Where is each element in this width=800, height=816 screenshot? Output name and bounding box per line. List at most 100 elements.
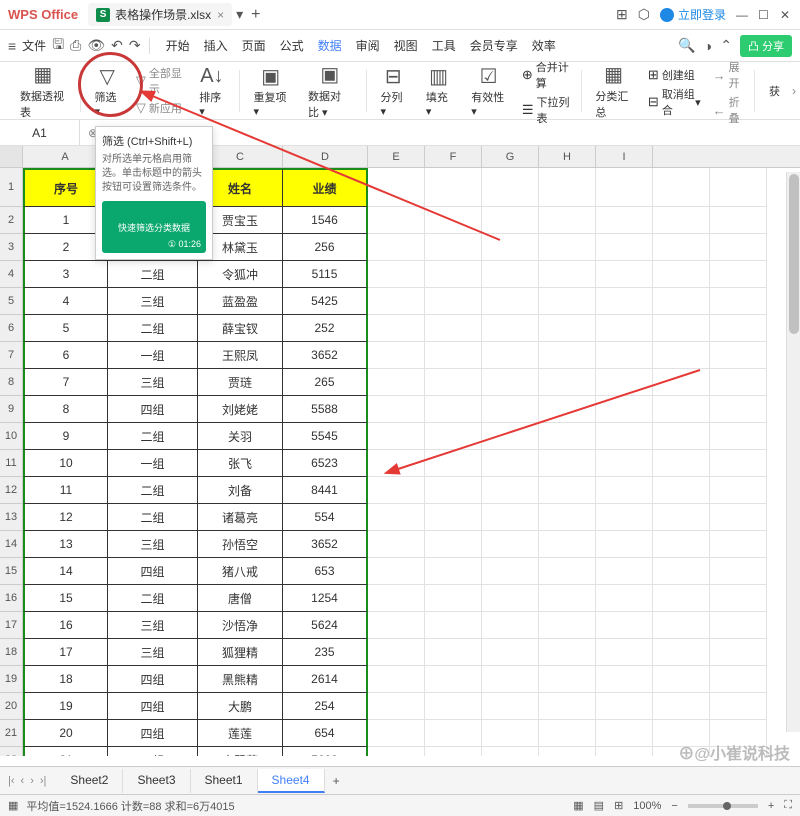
empty-cell[interactable] <box>596 666 653 693</box>
tab-page[interactable]: 页面 <box>242 37 266 54</box>
empty-cell[interactable] <box>539 168 596 207</box>
data-cell[interactable]: 一组 <box>108 450 198 477</box>
data-cell[interactable]: 令狐冲 <box>198 261 283 288</box>
data-cell[interactable]: 8 <box>23 396 108 423</box>
empty-cell[interactable] <box>482 693 539 720</box>
empty-cell[interactable] <box>368 369 425 396</box>
empty-cell[interactable] <box>596 369 653 396</box>
hamburger-icon[interactable]: ≡ <box>8 38 16 54</box>
empty-cell[interactable] <box>368 666 425 693</box>
header-cell[interactable]: 业绩 <box>283 168 368 207</box>
empty-cell[interactable] <box>368 315 425 342</box>
empty-cell[interactable] <box>653 558 710 585</box>
data-cell[interactable]: 二组 <box>108 423 198 450</box>
data-cell[interactable]: 四组 <box>108 558 198 585</box>
sheet-nav-next[interactable]: › <box>28 775 36 787</box>
data-cell[interactable]: 5682 <box>283 747 368 756</box>
empty-cell[interactable] <box>539 207 596 234</box>
empty-cell[interactable] <box>482 720 539 747</box>
empty-cell[interactable] <box>539 396 596 423</box>
data-cell[interactable]: 贾琏 <box>198 369 283 396</box>
empty-cell[interactable] <box>539 342 596 369</box>
close-button[interactable]: ✕ <box>780 8 792 22</box>
share-button[interactable]: 凸 分享 <box>740 35 792 57</box>
empty-cell[interactable] <box>482 423 539 450</box>
empty-cell[interactable] <box>539 585 596 612</box>
empty-cell[interactable] <box>539 450 596 477</box>
tab-insert[interactable]: 插入 <box>204 37 228 54</box>
empty-cell[interactable] <box>710 315 767 342</box>
empty-cell[interactable] <box>425 288 482 315</box>
data-cell[interactable]: 刘姥姥 <box>198 396 283 423</box>
col-header[interactable]: G <box>482 146 539 167</box>
pivot-table-button[interactable]: ▦ 数据透视表 <box>10 62 76 120</box>
data-cell[interactable]: 三组 <box>108 639 198 666</box>
data-cell[interactable]: 狐狸精 <box>198 639 283 666</box>
empty-cell[interactable] <box>368 396 425 423</box>
empty-cell[interactable] <box>425 612 482 639</box>
empty-cell[interactable] <box>368 639 425 666</box>
empty-cell[interactable] <box>425 504 482 531</box>
empty-cell[interactable] <box>368 288 425 315</box>
data-cell[interactable]: 11 <box>23 477 108 504</box>
new-tab-button[interactable]: + <box>251 6 260 24</box>
row-header[interactable]: 14 <box>0 531 23 558</box>
data-cell[interactable]: 14 <box>23 558 108 585</box>
row-header[interactable]: 1 <box>0 168 23 207</box>
fullscreen-icon[interactable]: ⛶ <box>784 799 792 812</box>
data-cell[interactable]: 猪八戒 <box>198 558 283 585</box>
empty-cell[interactable] <box>368 207 425 234</box>
empty-cell[interactable] <box>539 288 596 315</box>
maximize-button[interactable]: ☐ <box>758 8 770 22</box>
empty-cell[interactable] <box>368 720 425 747</box>
zoom-in-button[interactable]: + <box>768 800 774 812</box>
empty-cell[interactable] <box>710 666 767 693</box>
data-cell[interactable]: 2614 <box>283 666 368 693</box>
data-cell[interactable]: 三组 <box>108 369 198 396</box>
sheet-nav-first[interactable]: |‹ <box>6 775 17 787</box>
data-cell[interactable]: 256 <box>283 234 368 261</box>
search-icon[interactable]: 🔍 <box>678 37 695 54</box>
empty-cell[interactable] <box>710 234 767 261</box>
data-cell[interactable]: 5624 <box>283 612 368 639</box>
view-page-icon[interactable]: ▤ <box>594 799 604 812</box>
empty-cell[interactable] <box>596 639 653 666</box>
empty-cell[interactable] <box>653 396 710 423</box>
empty-cell[interactable] <box>539 504 596 531</box>
data-cell[interactable]: 三组 <box>108 612 198 639</box>
row-header[interactable]: 15 <box>0 558 23 585</box>
empty-cell[interactable] <box>539 261 596 288</box>
tab-tools[interactable]: 工具 <box>432 37 456 54</box>
row-header[interactable]: 17 <box>0 612 23 639</box>
empty-cell[interactable] <box>710 612 767 639</box>
empty-cell[interactable] <box>653 261 710 288</box>
sheet-nav-last[interactable]: ›| <box>38 775 49 787</box>
data-cell[interactable]: 一组 <box>108 342 198 369</box>
row-header[interactable]: 3 <box>0 234 23 261</box>
empty-cell[interactable] <box>710 423 767 450</box>
empty-cell[interactable] <box>368 585 425 612</box>
ungroup-button[interactable]: ⊟取消组合 ▾ <box>648 86 701 118</box>
expand-button[interactable]: →展开 <box>713 59 745 91</box>
data-cell[interactable]: 关羽 <box>198 423 283 450</box>
empty-cell[interactable] <box>425 207 482 234</box>
zoom-out-button[interactable]: − <box>671 800 677 812</box>
empty-cell[interactable] <box>710 342 767 369</box>
row-header[interactable]: 7 <box>0 342 23 369</box>
row-header[interactable]: 19 <box>0 666 23 693</box>
close-icon[interactable]: × <box>217 8 224 22</box>
data-cell[interactable]: 17 <box>23 639 108 666</box>
empty-cell[interactable] <box>539 315 596 342</box>
data-cell[interactable]: 15 <box>23 585 108 612</box>
empty-cell[interactable] <box>653 666 710 693</box>
tab-review[interactable]: 审阅 <box>356 37 380 54</box>
sort-button[interactable]: A↓ 排序 ▾ <box>189 63 234 118</box>
empty-cell[interactable] <box>653 450 710 477</box>
data-cell[interactable]: 7 <box>23 369 108 396</box>
empty-cell[interactable] <box>710 369 767 396</box>
row-header[interactable]: 16 <box>0 585 23 612</box>
empty-cell[interactable] <box>653 168 710 207</box>
data-cell[interactable]: 三组 <box>108 288 198 315</box>
empty-cell[interactable] <box>596 720 653 747</box>
zoom-value[interactable]: 100% <box>633 800 661 812</box>
